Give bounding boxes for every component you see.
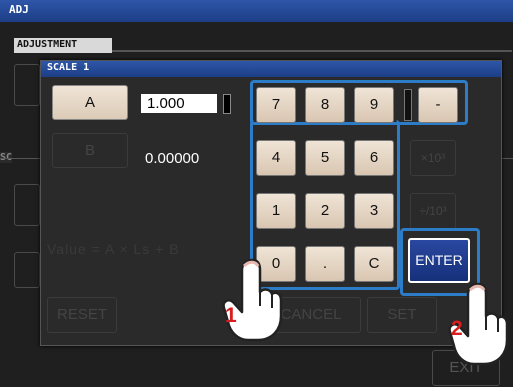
- set-button[interactable]: SET: [367, 297, 437, 333]
- bg-panel-left-bottom: [14, 252, 40, 288]
- dialog-title: SCALE 1: [41, 61, 501, 77]
- tap-hand-2-icon: 2: [448, 282, 509, 366]
- a-coefficient-button[interactable]: A: [52, 85, 128, 120]
- adjustment-tab: ADJUSTMENT: [14, 38, 112, 53]
- key-3[interactable]: 3: [354, 193, 394, 229]
- key-1[interactable]: 1: [256, 193, 296, 229]
- screen: ADJ ADJUSTMENT SC EXIT SCALE 1 A 1.000 B…: [0, 0, 513, 387]
- scale-formula: Value = A × Ls + B: [47, 241, 180, 257]
- key-5[interactable]: 5: [305, 140, 345, 176]
- key-divide-10-3[interactable]: ÷/10³: [410, 193, 456, 229]
- key-2[interactable]: 2: [305, 193, 345, 229]
- key-8[interactable]: 8: [305, 87, 345, 123]
- key-clear[interactable]: C: [354, 246, 394, 282]
- key-decimal[interactable]: .: [305, 246, 345, 282]
- b-coefficient-button[interactable]: B: [52, 133, 128, 168]
- key-9[interactable]: 9: [354, 87, 394, 123]
- key-4[interactable]: 4: [256, 140, 296, 176]
- input-cursor: [223, 94, 231, 114]
- reset-button[interactable]: RESET: [47, 297, 117, 333]
- callout-number-1: 1: [225, 304, 237, 327]
- key-separator: [404, 89, 412, 121]
- bg-section-line: [0, 158, 40, 159]
- callout-number-2: 2: [451, 317, 463, 340]
- title-text: ADJ: [9, 3, 29, 16]
- title-bar: ADJ: [0, 0, 513, 22]
- key-minus[interactable]: -: [418, 87, 458, 123]
- tab-divider: [112, 50, 512, 52]
- bg-panel-left-mid: [14, 184, 40, 226]
- tap-hand-1-icon: 1: [222, 258, 283, 342]
- b-value: 0.00000: [145, 150, 200, 167]
- key-6[interactable]: 6: [354, 140, 394, 176]
- key-7[interactable]: 7: [256, 87, 296, 123]
- bg-panel-left-top: [14, 64, 40, 106]
- a-value-field[interactable]: 1.000: [141, 94, 217, 113]
- key-multiply-10-3[interactable]: ×10³: [410, 140, 456, 176]
- enter-button[interactable]: ENTER: [408, 238, 470, 283]
